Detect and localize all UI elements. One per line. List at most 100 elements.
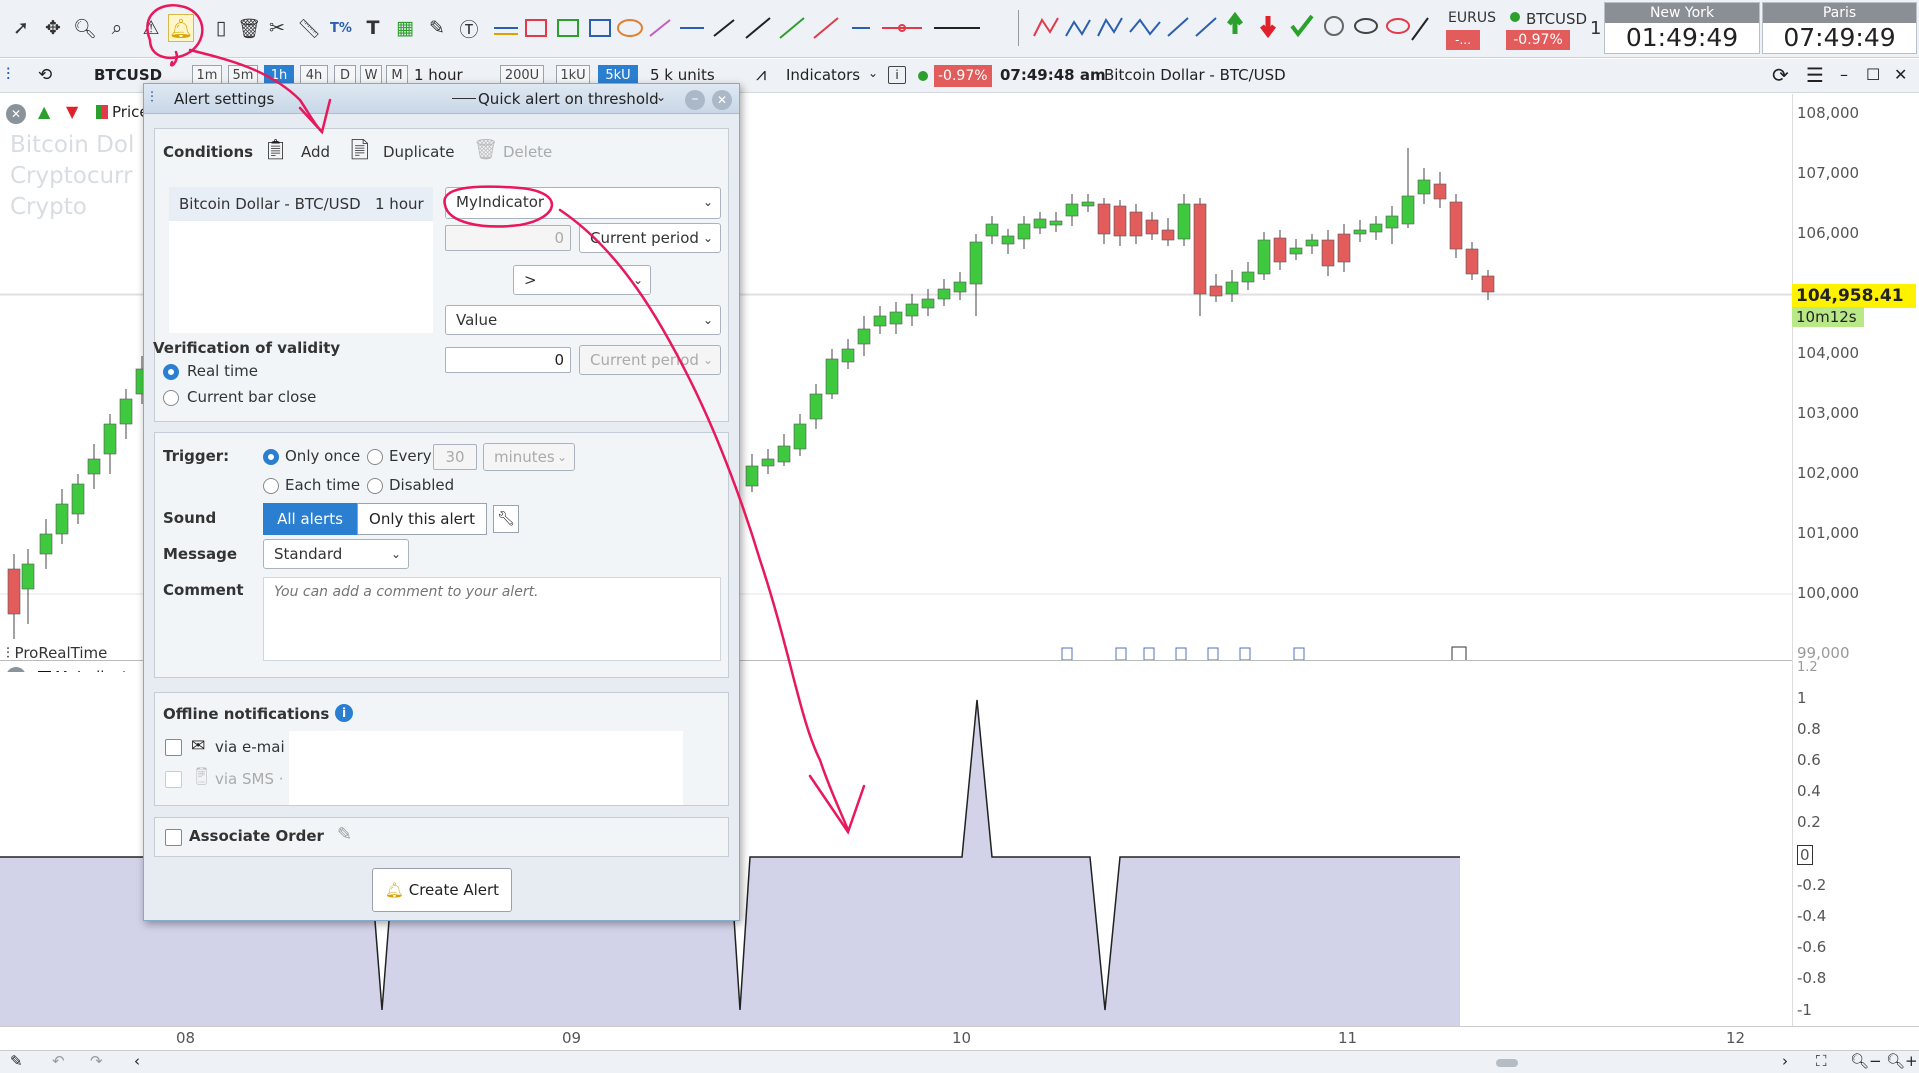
trigger-once-radio[interactable]	[263, 449, 279, 465]
trigger-every-radio[interactable]	[367, 449, 383, 465]
dialog-titlebar[interactable]: ⫶ Alert settings Quick alert on threshol…	[144, 84, 739, 114]
fit-screen-icon[interactable]: ⛶	[1816, 1052, 1827, 1070]
minimize-icon[interactable]: –	[1840, 65, 1848, 84]
create-alert-button[interactable]: 🔔︎ Create Alert	[372, 868, 512, 912]
sound-all-alerts-button[interactable]: All alerts	[263, 503, 357, 535]
email-label[interactable]: via e-mai	[215, 738, 285, 756]
period-offset-input: 0	[445, 225, 571, 251]
trigger-once-label[interactable]: Only once	[285, 447, 360, 465]
duplicate-button[interactable]: Duplicate	[383, 143, 454, 161]
text-tool-icon[interactable]: T	[360, 14, 386, 42]
realtime-label[interactable]: Real time	[187, 362, 258, 380]
clock-paris: Paris 07:49:49 am	[1762, 2, 1917, 82]
sync-icon[interactable]: ⟳	[1772, 63, 1789, 87]
eurusd-change-badge: -...	[1446, 30, 1480, 50]
undo-icon[interactable]: ↶	[52, 1052, 65, 1070]
time-axis[interactable]: 08 09 10 11 12	[0, 1026, 1919, 1050]
indicators-menu[interactable]: Indicators	[786, 66, 860, 84]
add-button[interactable]: Add	[301, 143, 330, 161]
indicator-tools-icons[interactable]	[1030, 12, 1430, 46]
candle-body	[1257, 239, 1271, 275]
candle-body	[809, 393, 823, 420]
symbol-select[interactable]: BTCUSD	[94, 66, 162, 84]
condition-list: Bitcoin Dollar - BTC/USD 1 hour	[169, 187, 433, 333]
dialog-close-icon[interactable]: ✕	[712, 90, 732, 110]
candle-body	[1433, 183, 1447, 200]
btc-change-badge: -0.97%	[1506, 30, 1570, 50]
value-select[interactable]: Value ⌄	[445, 305, 721, 335]
sound-settings-icon[interactable]: 🔧︎	[493, 505, 519, 533]
buy-arrow-icon[interactable]: ▲	[38, 102, 50, 121]
scroll-thumb[interactable]	[1496, 1059, 1518, 1067]
alert-mode-select[interactable]: Quick alert on threshold	[478, 90, 659, 108]
dialog-minimize-icon[interactable]: –	[685, 90, 705, 110]
add-condition-icon[interactable]: 📋︎	[263, 137, 288, 161]
crosshair-pointer-icon[interactable]: ✥	[40, 14, 66, 42]
text-bubble-icon[interactable]: Ⓣ	[456, 14, 482, 42]
info-icon[interactable]: i	[888, 66, 906, 84]
condition-item[interactable]: Bitcoin Dollar - BTC/USD 1 hour	[169, 187, 433, 221]
alert-bell-icon[interactable]: ⚠	[138, 14, 164, 42]
redo-icon[interactable]: ↷	[90, 1052, 103, 1070]
units-select[interactable]: 5 k units	[650, 66, 715, 84]
associate-order-label[interactable]: Associate Order	[189, 827, 324, 845]
scroll-right-icon[interactable]: ›	[1782, 1052, 1788, 1070]
zoom-icon[interactable]: 🔍︎	[72, 14, 98, 42]
close-icon[interactable]: ✕	[1894, 65, 1907, 84]
sound-only-this-button[interactable]: Only this alert	[357, 503, 487, 535]
barclose-radio[interactable]	[163, 390, 179, 406]
info-marker-icon[interactable]	[1451, 646, 1467, 662]
chevron-down-icon: ⌄	[632, 273, 643, 287]
edit-order-icon[interactable]: ✎	[337, 824, 352, 845]
trash-icon[interactable]: 🗑︎	[236, 14, 262, 42]
associate-order-checkbox[interactable]	[165, 829, 182, 846]
maximize-icon[interactable]: ☐	[1866, 65, 1880, 84]
trigger-each-radio[interactable]	[263, 478, 279, 494]
comment-textarea[interactable]	[263, 577, 721, 661]
indicators-icon[interactable]: ⩘	[756, 64, 766, 85]
period-select[interactable]: 1 hour	[414, 66, 463, 84]
trigger-each-label[interactable]: Each time	[285, 476, 360, 494]
candle-body	[21, 563, 35, 590]
trigger-disabled-radio[interactable]	[367, 478, 383, 494]
message-select[interactable]: Standard ⌄	[263, 539, 409, 569]
chart-scrollbar[interactable]: ✎ ↶ ↷ ‹ › ⛶ 🔍︎− 🔍︎+	[0, 1050, 1919, 1073]
quick-alert-bell-icon[interactable]: 🔔︎	[168, 14, 194, 42]
ruler-icon[interactable]: 📏︎	[296, 14, 322, 42]
document-icon[interactable]: ▯	[208, 14, 234, 42]
tools-icon[interactable]: ✂	[264, 14, 290, 42]
email-checkbox[interactable]	[165, 739, 182, 756]
close-panel-icon[interactable]: ✕	[6, 104, 26, 124]
ticker-eurusd[interactable]: EURUS	[1448, 10, 1496, 26]
duplicate-icon[interactable]: 📄︎	[347, 137, 372, 161]
pointer-icon[interactable]: ➚	[8, 14, 34, 42]
operator-select[interactable]: > ⌄	[513, 265, 651, 295]
menu-icon[interactable]: ☰	[1806, 63, 1824, 87]
percent-icon[interactable]: T%	[328, 14, 354, 42]
ticker-btcusd[interactable]: BTCUSD	[1526, 10, 1587, 28]
offline-info-icon[interactable]: i	[335, 704, 353, 722]
candle-body	[921, 298, 935, 309]
sell-arrow-icon[interactable]: ▼	[66, 102, 78, 121]
zoom-area-icon[interactable]: ⌕	[104, 14, 130, 42]
trigger-every-label[interactable]: Every	[389, 447, 432, 465]
value-input[interactable]: 0	[445, 347, 571, 373]
scroll-left-icon[interactable]: ‹	[134, 1052, 140, 1070]
zoom-in-icon[interactable]: 🔍︎+	[1886, 1052, 1918, 1070]
mode-chevron-icon[interactable]: ⌄	[656, 90, 666, 104]
period-select[interactable]: Current period ⌄	[579, 223, 721, 253]
trigger-disabled-label[interactable]: Disabled	[389, 476, 454, 494]
dialog-title: Alert settings	[174, 90, 275, 108]
barclose-label[interactable]: Current bar close	[187, 388, 316, 406]
history-icon[interactable]: ⟲	[38, 65, 52, 85]
pen-icon[interactable]: ✎	[424, 14, 450, 42]
chart-type-icon[interactable]: ⫶	[6, 65, 10, 85]
drawing-tools-icons[interactable]	[490, 14, 1010, 42]
indicator-select[interactable]: MyIndicator ⌄	[445, 187, 721, 219]
zoom-out-icon[interactable]: 🔍︎−	[1850, 1052, 1882, 1070]
realtime-radio[interactable]	[163, 364, 179, 380]
draw-tool-icon[interactable]: ✎	[10, 1052, 23, 1070]
offline-label: Offline notifications	[163, 705, 330, 723]
fibonacci-icon[interactable]: ▦	[392, 14, 418, 42]
indicators-chevron-icon[interactable]: ⌄	[868, 66, 878, 80]
